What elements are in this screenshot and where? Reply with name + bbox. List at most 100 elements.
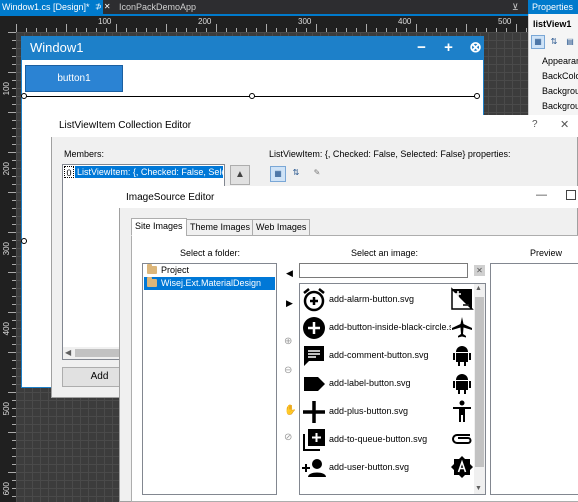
ruler-tick bbox=[116, 24, 117, 32]
folder-item-materialdesign[interactable]: Wisej.Ext.MaterialDesign bbox=[144, 277, 275, 290]
categorized-icon[interactable]: ▦ bbox=[531, 35, 545, 49]
button1[interactable]: button1 bbox=[25, 65, 123, 92]
ruler-tick bbox=[8, 432, 16, 433]
zoom-in-icon[interactable]: ⊕ bbox=[284, 336, 292, 347]
ruler-label: 400 bbox=[398, 17, 412, 26]
ruler-label: 600 bbox=[2, 482, 11, 496]
ruler-tick bbox=[8, 72, 16, 73]
accessibility-icon[interactable] bbox=[450, 399, 474, 423]
resize-handle[interactable] bbox=[21, 93, 27, 99]
image-list-scroll-thumb[interactable] bbox=[475, 297, 484, 467]
image-name: add-button-inside-black-circle.svg bbox=[329, 322, 451, 332]
expand-right-icon[interactable]: ▶ bbox=[286, 298, 293, 309]
property-appearance[interactable]: Appearan bbox=[542, 56, 578, 66]
ruler-label: 100 bbox=[98, 17, 112, 26]
ruler-tick bbox=[366, 24, 367, 32]
clear-search-icon[interactable]: ✕ bbox=[474, 265, 485, 276]
maximize-icon[interactable]: + bbox=[435, 39, 462, 56]
scroll-up-icon[interactable]: ▲ bbox=[475, 285, 482, 292]
ruler-tick bbox=[216, 24, 217, 32]
image-item-add-alarm[interactable]: add-alarm-button.svg bbox=[301, 286, 451, 314]
attachment-icon[interactable] bbox=[450, 427, 474, 451]
ruler-tick bbox=[166, 24, 167, 32]
property-backcolor[interactable]: BackColo bbox=[542, 71, 578, 81]
tab-site-images[interactable]: Site Images bbox=[131, 218, 187, 236]
ruler-label: 200 bbox=[198, 17, 212, 26]
android-icon[interactable] bbox=[450, 343, 474, 367]
close-icon[interactable]: ⊗ bbox=[462, 38, 489, 56]
ruler-tick bbox=[516, 24, 517, 32]
tab-web-images[interactable]: Web Images bbox=[252, 219, 311, 236]
alphabetical-icon[interactable]: ⇅ bbox=[288, 166, 304, 182]
member-index: 0 bbox=[64, 166, 74, 178]
image-header: Select an image: bbox=[351, 248, 419, 258]
minimize-icon[interactable]: — bbox=[536, 189, 547, 201]
brightness-auto-icon[interactable] bbox=[450, 455, 474, 479]
queue-icon bbox=[303, 429, 325, 451]
ruler-label: 300 bbox=[2, 242, 11, 256]
tab-window1-design[interactable]: Window1.cs [Design]* bbox=[0, 0, 103, 14]
ruler-tick bbox=[8, 112, 16, 113]
alphabetical-icon[interactable]: ⇅ bbox=[547, 35, 561, 49]
image-item-add-user[interactable]: add-user-button.svg bbox=[301, 454, 451, 482]
preview-header: Preview bbox=[530, 248, 563, 258]
image-item-add-plus[interactable]: add-plus-button.svg bbox=[301, 398, 451, 426]
tab-pin-close-icons[interactable]: ⊅ ✕ bbox=[95, 0, 111, 14]
property-background-2[interactable]: Backgrou bbox=[542, 101, 578, 111]
scroll-down-icon[interactable]: ▼ bbox=[475, 485, 482, 492]
help-icon[interactable]: ? bbox=[532, 119, 538, 130]
zoom-out-icon[interactable]: ⊖ bbox=[284, 365, 292, 376]
properties-object-name[interactable]: listView1 bbox=[533, 19, 571, 29]
close-icon[interactable]: ✕ bbox=[560, 118, 569, 131]
preview-pane bbox=[490, 263, 578, 495]
folder-item-project[interactable]: Project bbox=[144, 264, 275, 277]
resize-handle[interactable] bbox=[474, 93, 480, 99]
minimize-icon[interactable]: − bbox=[408, 39, 435, 56]
image-name: add-comment-button.svg bbox=[329, 350, 429, 360]
resize-handle[interactable] bbox=[249, 93, 255, 99]
ruler-tick bbox=[266, 24, 267, 32]
image-item-add-to-queue[interactable]: add-to-queue-button.svg bbox=[301, 426, 451, 454]
members-list-item[interactable]: 0 ListViewItem: {, Checked: False, Selec… bbox=[64, 166, 223, 178]
image-item-add-comment[interactable]: add-comment-button.svg bbox=[301, 342, 451, 370]
folder-icon bbox=[147, 264, 157, 274]
airplane-icon[interactable] bbox=[450, 315, 474, 339]
ruler-tick bbox=[16, 24, 17, 32]
collapse-left-icon[interactable]: ◀ bbox=[286, 268, 293, 279]
image-item-add-circle[interactable]: add-button-inside-black-circle.svg bbox=[301, 314, 451, 342]
image-item-add-label[interactable]: add-label-button.svg bbox=[301, 370, 451, 398]
folder-tree[interactable] bbox=[142, 263, 277, 495]
properties-toolbar: ▦ ⇅ ▤ bbox=[531, 35, 578, 52]
ruler-top: 100 200 300 400 500 bbox=[0, 16, 528, 32]
properties-icon[interactable]: ▤ bbox=[563, 35, 577, 49]
tab-iconpackdemoapp[interactable]: IconPackDemoApp bbox=[113, 0, 233, 14]
tab-theme-images[interactable]: Theme Images bbox=[186, 219, 255, 236]
ruler-tick bbox=[8, 272, 16, 273]
ruler-tick bbox=[8, 152, 16, 153]
ruler-tick bbox=[8, 232, 16, 233]
image-search-input[interactable] bbox=[299, 263, 468, 278]
pan-icon[interactable]: ✋ bbox=[284, 405, 296, 416]
is-editor-title: ImageSource Editor bbox=[126, 192, 215, 203]
image-name: add-to-queue-button.svg bbox=[329, 434, 428, 444]
ruler-tick bbox=[8, 352, 16, 353]
remove-icon[interactable]: ⊘ bbox=[284, 432, 292, 443]
property-background[interactable]: Backgrou bbox=[542, 86, 578, 96]
add-user-icon bbox=[302, 459, 326, 477]
lv-editor-title: ListViewItem Collection Editor bbox=[59, 120, 192, 131]
resize-handle[interactable] bbox=[21, 238, 27, 244]
ruler-label: 300 bbox=[298, 17, 312, 26]
ruler-tick bbox=[416, 24, 417, 32]
comment-icon bbox=[304, 346, 324, 366]
ruler-tick bbox=[316, 24, 317, 32]
tab-list-dropdown-icon[interactable]: ⊻ bbox=[512, 0, 519, 14]
ruler-label: 500 bbox=[2, 402, 11, 416]
folder-label: Project bbox=[161, 265, 190, 275]
property-pages-icon[interactable]: ✎ bbox=[309, 166, 325, 182]
move-up-button[interactable]: ▲ bbox=[230, 165, 250, 185]
scroll-left-icon[interactable]: ◀ bbox=[65, 348, 71, 357]
exposure-icon[interactable] bbox=[450, 287, 474, 311]
android-icon-2[interactable] bbox=[450, 371, 474, 395]
maximize-icon[interactable] bbox=[566, 190, 576, 200]
categorized-icon[interactable]: ▦ bbox=[270, 166, 286, 182]
